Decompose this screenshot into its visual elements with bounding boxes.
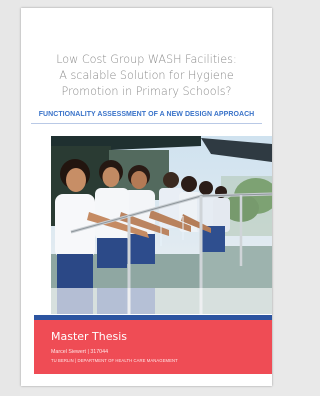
- author-line: Marcel Siewert | 317044: [51, 349, 109, 355]
- document-page: Low Cost Group WASH Facilities: A scalab…: [21, 8, 272, 386]
- document-title: Low Cost Group WASH Facilities: A scalab…: [21, 52, 272, 100]
- viewer-background: [0, 0, 20, 396]
- title-line: Low Cost Group WASH Facilities:: [56, 53, 237, 66]
- subtitle-divider: [31, 123, 262, 124]
- footer-band: [34, 320, 272, 374]
- cover-photo-reflection: [51, 288, 272, 314]
- document-subtitle: FUNCTIONALITY ASSESSMENT OF A NEW DESIGN…: [38, 111, 255, 118]
- thesis-type-heading: Master Thesis: [51, 330, 128, 343]
- institution-line: TU BERLIN | DEPARTMENT OF HEALTH CARE MA…: [51, 358, 178, 363]
- title-line: A scalable Solution for Hygiene: [59, 69, 234, 82]
- title-line: Promotion in Primary Schools?: [61, 85, 232, 98]
- cover-photo: [51, 136, 272, 288]
